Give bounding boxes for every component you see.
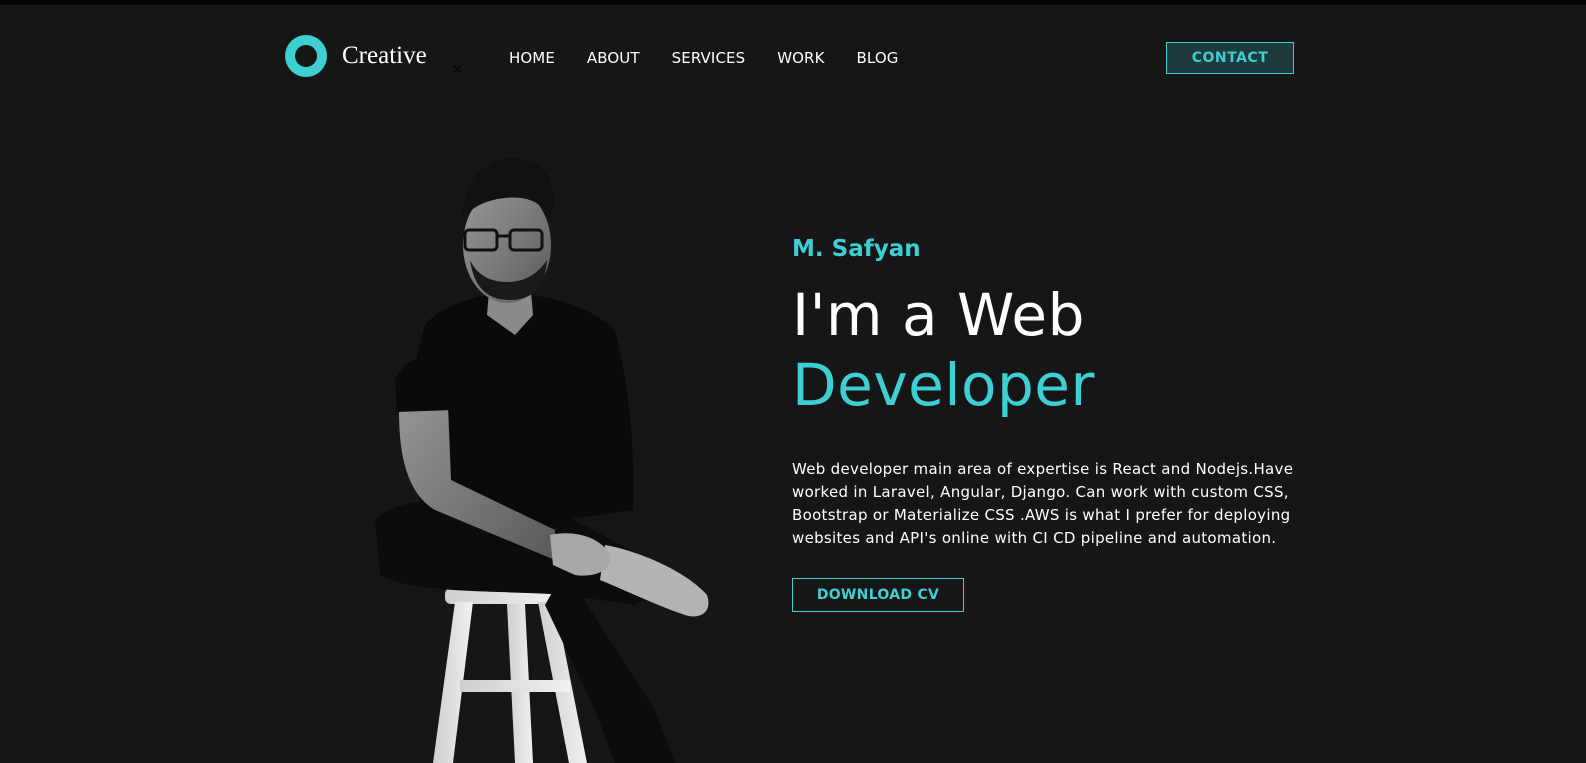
contact-button[interactable]: CONTACT bbox=[1166, 42, 1294, 74]
headline-line-1: I'm a Web bbox=[792, 281, 1085, 349]
hero-headline: I'm a Web Developer bbox=[792, 280, 1312, 420]
site-header: Creative × HOME ABOUT SERVICES WORK BLOG… bbox=[0, 5, 1568, 105]
scrollbar[interactable] bbox=[1568, 5, 1586, 763]
hero-description: Web developer main area of expertise is … bbox=[792, 460, 1294, 547]
headline-line-2: Developer bbox=[792, 351, 1095, 419]
close-icon[interactable]: × bbox=[451, 62, 464, 77]
ring-logo-icon bbox=[285, 35, 327, 77]
nav-about[interactable]: ABOUT bbox=[587, 49, 640, 67]
nav-services[interactable]: SERVICES bbox=[672, 49, 746, 67]
hero-section: M. Safyan I'm a Web Developer Web develo… bbox=[792, 236, 1312, 612]
logo[interactable]: Creative bbox=[285, 35, 427, 77]
nav-work[interactable]: WORK bbox=[777, 49, 824, 67]
nav-blog[interactable]: BLOG bbox=[857, 49, 899, 67]
nav-home[interactable]: HOME bbox=[509, 49, 555, 67]
download-cv-button[interactable]: DOWNLOAD CV bbox=[792, 578, 964, 612]
hero-name: M. Safyan bbox=[792, 236, 921, 262]
portrait-image bbox=[375, 157, 709, 763]
logo-text: Creative bbox=[342, 42, 427, 69]
main-nav: HOME ABOUT SERVICES WORK BLOG bbox=[509, 49, 930, 67]
